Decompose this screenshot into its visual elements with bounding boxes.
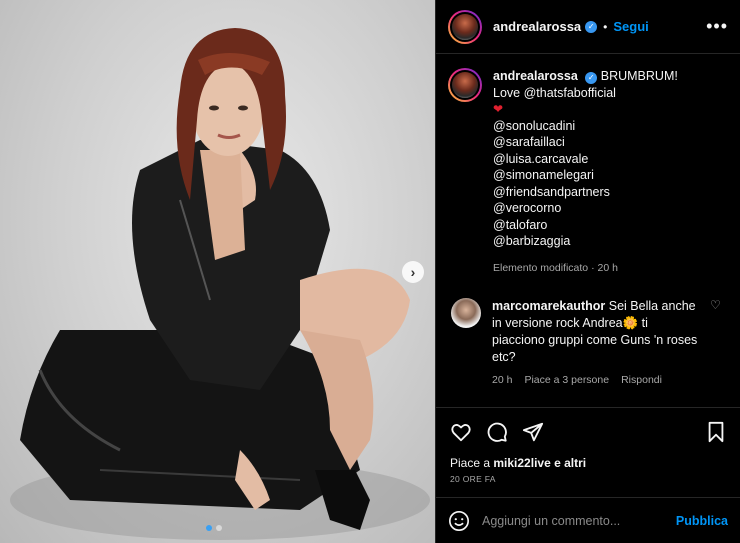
avatar[interactable]: [448, 9, 482, 44]
comment-username[interactable]: marcomarekauthor: [492, 299, 605, 313]
post-sidebar: andrealarossa ✓ • Segui ••• andrealaross…: [435, 0, 740, 543]
follow-button[interactable]: Segui: [613, 19, 648, 34]
mention-link[interactable]: @barbizaggia: [493, 233, 678, 250]
verified-badge-icon: ✓: [585, 20, 598, 33]
caption-username[interactable]: andrealarossa: [493, 69, 578, 83]
mention-link[interactable]: @friendsandpartners: [493, 184, 678, 201]
carousel-dots: [206, 525, 222, 531]
post-time: 20 ORE FA: [450, 474, 496, 484]
edited-label: Elemento modificato: [493, 261, 589, 274]
action-bar: [436, 408, 740, 456]
caption: andrealarossa ✓ BRUMBRUM! Love @thatsfab…: [448, 68, 728, 276]
comment-composer: Pubblica: [436, 497, 740, 543]
mention-link[interactable]: @verocorno: [493, 200, 678, 217]
post-username[interactable]: andrealarossa: [493, 19, 581, 34]
share-send-icon[interactable]: [522, 421, 544, 443]
bookmark-icon[interactable]: [706, 421, 726, 443]
photo-illustration: [10, 28, 430, 540]
edited-separator: ·: [591, 261, 595, 274]
likes-prefix: Piace a: [450, 456, 491, 470]
caption-body: andrealarossa ✓ BRUMBRUM! Love @thatsfab…: [493, 68, 678, 276]
likes-user-link[interactable]: miki22live: [493, 456, 550, 470]
carousel-dot-1: [206, 525, 212, 531]
comment-time: 20 h: [492, 374, 513, 386]
emoji-icon[interactable]: [448, 510, 470, 532]
caption-meta: Elemento modificato · 20 h: [493, 260, 678, 277]
likes-summary: Piace a miki22live e altri: [436, 456, 740, 470]
comment-avatar[interactable]: [451, 298, 481, 328]
reply-button[interactable]: Rispondi: [621, 372, 662, 389]
mention-link[interactable]: @sonolucadini: [493, 118, 678, 135]
comment-body: marcomarekauthor Sei Bella anche in vers…: [492, 298, 702, 389]
carousel-next-button[interactable]: ›: [402, 261, 424, 283]
caption-area: andrealarossa ✓ BRUMBRUM! Love @thatsfab…: [436, 54, 740, 408]
comment-likes[interactable]: Piace a 3 persone: [524, 372, 609, 389]
like-heart-icon[interactable]: [450, 421, 472, 443]
post-header: andrealarossa ✓ • Segui •••: [436, 0, 740, 54]
caption-line-love: Love @thatsfabofficial: [493, 85, 616, 100]
mention-link[interactable]: @simonamelegari: [493, 167, 678, 184]
caption-title: BRUMBRUM!: [600, 69, 678, 83]
publish-button[interactable]: Pubblica: [676, 514, 728, 528]
carousel-dot-2: [216, 525, 222, 531]
comment-input[interactable]: [482, 513, 662, 528]
header-separator: •: [603, 19, 608, 34]
verified-badge-icon: ✓: [585, 72, 598, 85]
more-options-icon[interactable]: •••: [706, 16, 728, 37]
post-photo[interactable]: ›: [0, 0, 435, 543]
comment-like-icon[interactable]: ♡: [710, 298, 721, 389]
comment-bubble-icon[interactable]: [486, 421, 508, 443]
mention-link[interactable]: @sarafaillaci: [493, 134, 678, 151]
comment-meta: 20 h Piace a 3 persone Rispondi: [492, 372, 702, 389]
mention-link[interactable]: @talofaro: [493, 217, 678, 234]
edited-time: 20 h: [597, 261, 618, 274]
heart-icon: ❤: [493, 102, 504, 116]
mention-link[interactable]: @luisa.carcavale: [493, 151, 678, 168]
comment-item: marcomarekauthor Sei Bella anche in vers…: [448, 298, 728, 389]
caption-avatar[interactable]: [448, 68, 482, 102]
likes-others-link[interactable]: e altri: [554, 456, 586, 470]
